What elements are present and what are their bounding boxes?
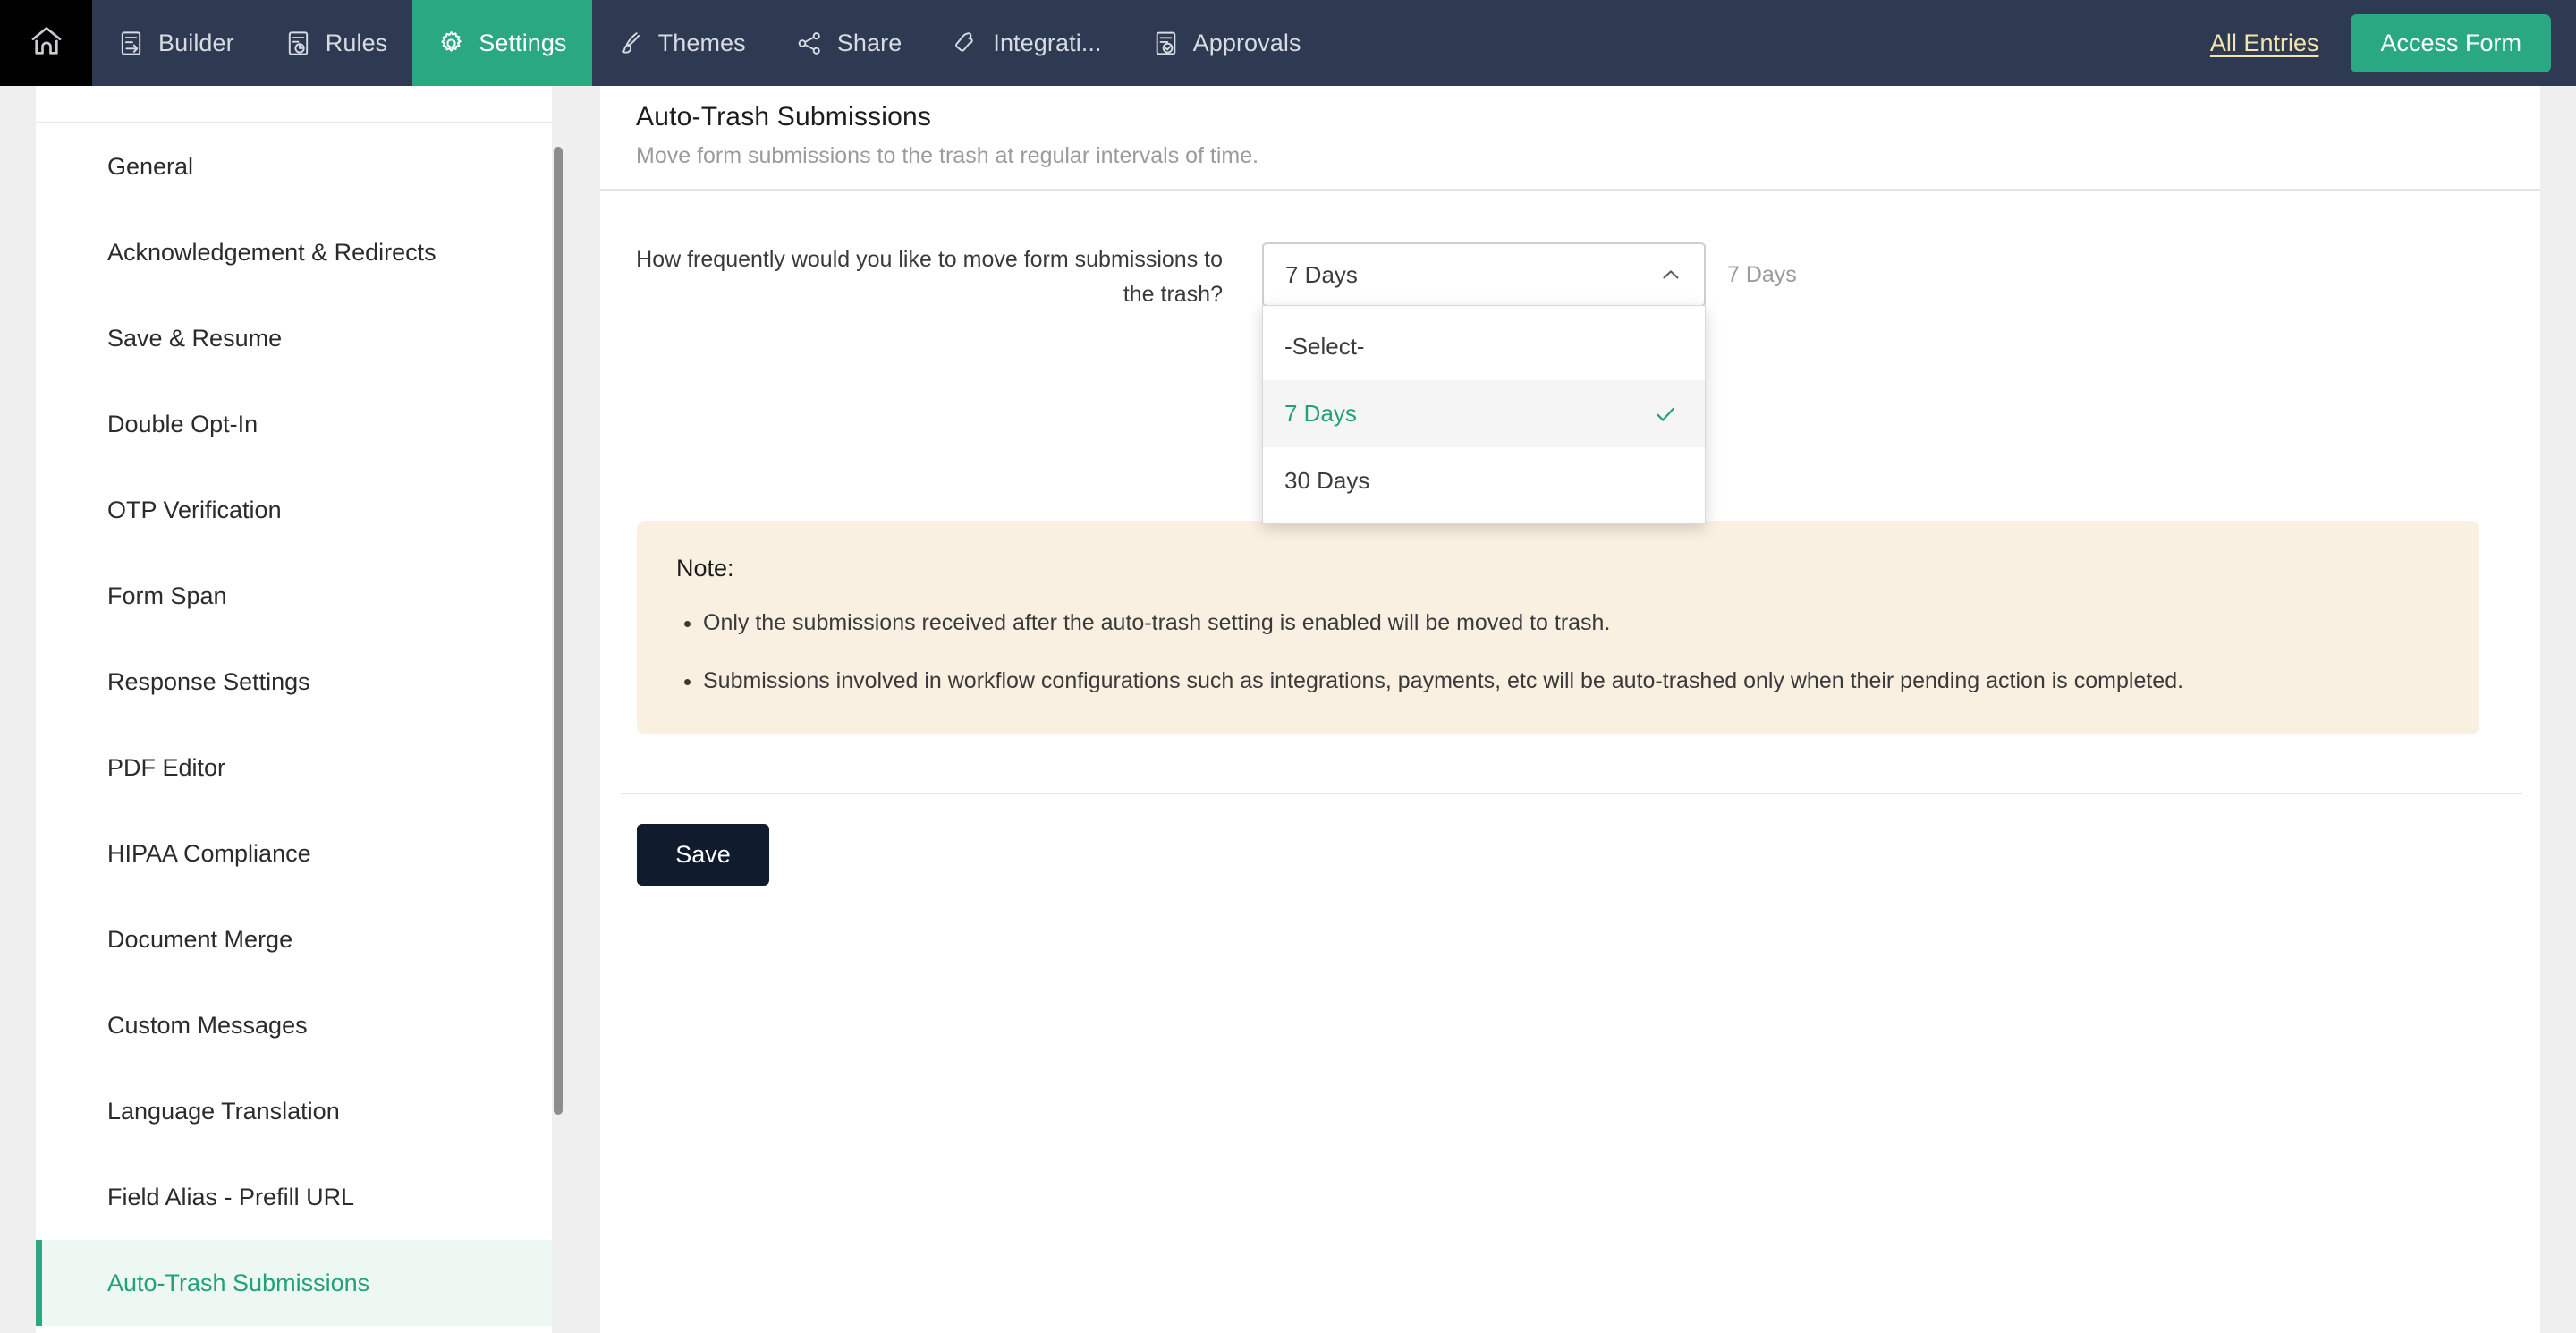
note-title: Note: bbox=[676, 555, 734, 582]
nav-tab-rules[interactable]: Rules bbox=[259, 0, 413, 86]
sidebar-item-language-translation[interactable]: Language Translation bbox=[36, 1068, 552, 1154]
sidebar-item-document-merge[interactable]: Document Merge bbox=[36, 896, 552, 982]
sidebar-scrollbar-thumb[interactable] bbox=[554, 147, 563, 1115]
sidebar-item-hipaa-compliance[interactable]: HIPAA Compliance bbox=[36, 811, 552, 896]
note-bullet: Only the submissions received after the … bbox=[703, 606, 2440, 641]
frequency-dropdown-menu: -Select- 7 Days 30 Days bbox=[1262, 305, 1706, 524]
access-form-button[interactable]: Access Form bbox=[2351, 13, 2551, 72]
frequency-field-label: How frequently would you like to move fo… bbox=[636, 247, 1223, 307]
sidebar-item-save-resume[interactable]: Save & Resume bbox=[36, 295, 552, 381]
sidebar-item-label: HIPAA Compliance bbox=[107, 839, 311, 867]
nav-tab-settings[interactable]: Settings bbox=[412, 0, 592, 86]
dropdown-option-7-days[interactable]: 7 Days bbox=[1263, 380, 1705, 447]
nav-tab-rules-label: Rules bbox=[325, 29, 388, 56]
sidebar-item-list: General Acknowledgement & Redirects Save… bbox=[36, 123, 552, 1326]
sidebar-item-double-opt-in[interactable]: Double Opt-In bbox=[36, 381, 552, 467]
nav-tab-builder[interactable]: Builder bbox=[92, 0, 259, 86]
note-bullet-list: Only the submissions received after the … bbox=[676, 606, 2440, 699]
settings-sidebar: General Acknowledgement & Redirects Save… bbox=[36, 86, 552, 1333]
note-bullet: Submissions involved in workflow configu… bbox=[703, 664, 2440, 699]
nav-items: Builder Rules Settings Themes Share Inte… bbox=[92, 0, 1326, 86]
integrations-icon bbox=[952, 30, 979, 57]
nav-tab-approvals[interactable]: Approvals bbox=[1127, 0, 1326, 86]
home-icon bbox=[29, 23, 64, 64]
all-entries-link[interactable]: All Entries bbox=[2210, 30, 2319, 57]
nav-tab-builder-label: Builder bbox=[158, 29, 234, 56]
sidebar-item-general[interactable]: General bbox=[36, 123, 552, 209]
save-button[interactable]: Save bbox=[637, 824, 769, 886]
sidebar-item-pdf-editor[interactable]: PDF Editor bbox=[36, 725, 552, 811]
gear-icon bbox=[437, 30, 465, 57]
top-navigation-bar: Builder Rules Settings Themes Share Inte… bbox=[0, 0, 2576, 86]
rules-icon bbox=[284, 30, 312, 57]
approvals-icon bbox=[1152, 30, 1180, 57]
nav-right-actions: All Entries Access Form bbox=[2210, 0, 2576, 86]
sidebar-item-acknowledgement-redirects[interactable]: Acknowledgement & Redirects bbox=[36, 209, 552, 295]
frequency-select[interactable]: 7 Days bbox=[1262, 242, 1706, 307]
dropdown-option-select[interactable]: -Select- bbox=[1263, 313, 1705, 380]
home-button[interactable] bbox=[0, 0, 92, 86]
sidebar-item-label: Language Translation bbox=[107, 1097, 340, 1125]
sidebar-item-label: General bbox=[107, 152, 194, 180]
nav-tab-themes-label: Themes bbox=[657, 29, 746, 56]
sidebar-top-divider bbox=[36, 86, 552, 123]
brush-icon bbox=[617, 30, 645, 57]
nav-tab-share[interactable]: Share bbox=[771, 0, 928, 86]
main-header: Auto-Trash Submissions Move form submiss… bbox=[600, 86, 2540, 169]
sidebar-item-label: Acknowledgement & Redirects bbox=[107, 238, 436, 266]
sidebar-item-label: Response Settings bbox=[107, 667, 310, 695]
frequency-helper-text: 7 Days bbox=[1727, 262, 1797, 287]
nav-tab-integrations[interactable]: Integrati... bbox=[927, 0, 1126, 86]
sidebar-item-label: OTP Verification bbox=[107, 496, 282, 523]
frequency-field-control: 7 Days 7 Days -Select- 7 Days 30 Days bbox=[1262, 242, 1797, 524]
dropdown-option-label: 30 Days bbox=[1284, 467, 1370, 494]
sidebar-item-label: Auto-Trash Submissions bbox=[107, 1269, 370, 1296]
dropdown-option-30-days[interactable]: 30 Days bbox=[1263, 447, 1705, 514]
sidebar-item-label: Document Merge bbox=[107, 925, 293, 953]
share-icon bbox=[796, 30, 824, 57]
sidebar-item-response-settings[interactable]: Response Settings bbox=[36, 639, 552, 725]
nav-tab-integrations-label: Integrati... bbox=[993, 29, 1102, 56]
sidebar-item-auto-trash-submissions[interactable]: Auto-Trash Submissions bbox=[36, 1240, 552, 1326]
page-title: Auto-Trash Submissions bbox=[636, 102, 932, 132]
page-subtitle: Move form submissions to the trash at re… bbox=[636, 143, 1259, 168]
dropdown-option-label: -Select- bbox=[1284, 333, 1365, 360]
check-icon bbox=[1653, 402, 1678, 427]
sidebar-item-label: Form Span bbox=[107, 582, 227, 609]
sidebar-item-label: Field Alias - Prefill URL bbox=[107, 1183, 355, 1210]
builder-icon bbox=[117, 30, 145, 57]
frequency-field-row: How frequently would you like to move fo… bbox=[600, 191, 2540, 524]
page-body: General Acknowledgement & Redirects Save… bbox=[0, 86, 2576, 1333]
nav-tab-settings-label: Settings bbox=[479, 29, 567, 56]
note-callout: Note: Only the submissions received afte… bbox=[637, 521, 2479, 734]
sidebar-item-field-alias-prefill-url[interactable]: Field Alias - Prefill URL bbox=[36, 1154, 552, 1240]
sidebar-item-label: Double Opt-In bbox=[107, 410, 258, 437]
chevron-up-icon bbox=[1659, 263, 1682, 286]
sidebar-item-label: Save & Resume bbox=[107, 324, 283, 352]
dropdown-option-label: 7 Days bbox=[1284, 400, 1357, 427]
frequency-select-value: 7 Days bbox=[1285, 260, 1358, 288]
sidebar-item-label: PDF Editor bbox=[107, 753, 226, 781]
sidebar-item-otp-verification[interactable]: OTP Verification bbox=[36, 467, 552, 553]
footer-divider bbox=[621, 793, 2522, 794]
sidebar-item-custom-messages[interactable]: Custom Messages bbox=[36, 982, 552, 1068]
nav-tab-approvals-label: Approvals bbox=[1192, 29, 1301, 56]
nav-tab-themes[interactable]: Themes bbox=[592, 0, 771, 86]
nav-tab-share-label: Share bbox=[836, 29, 902, 56]
sidebar-item-label: Custom Messages bbox=[107, 1011, 308, 1039]
sidebar-item-form-span[interactable]: Form Span bbox=[36, 553, 552, 639]
